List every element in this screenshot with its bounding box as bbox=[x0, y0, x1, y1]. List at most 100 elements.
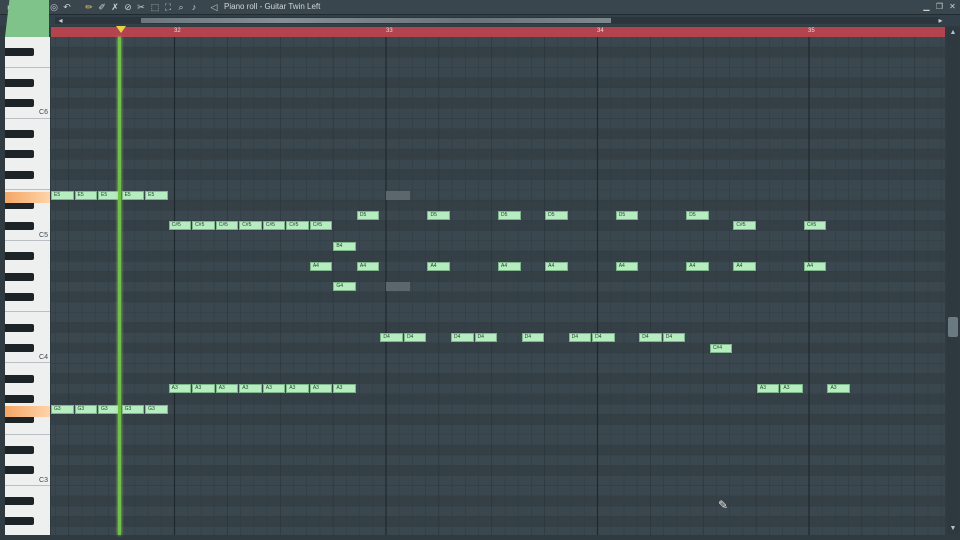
note-block[interactable]: D4 bbox=[639, 333, 662, 343]
note-block[interactable]: E5 bbox=[51, 190, 74, 200]
note-block[interactable]: D5 bbox=[356, 210, 380, 220]
corner-grip[interactable] bbox=[5, 0, 49, 37]
playhead-marker[interactable] bbox=[116, 26, 126, 33]
delete-icon[interactable]: ✗ bbox=[110, 2, 120, 12]
note-block[interactable]: D4 bbox=[592, 333, 615, 343]
note-block[interactable]: A4 bbox=[615, 261, 639, 271]
black-key[interactable] bbox=[5, 374, 34, 383]
target-icon[interactable]: ◎ bbox=[49, 2, 59, 12]
black-key[interactable] bbox=[5, 497, 34, 505]
note-block[interactable]: E5 bbox=[145, 190, 168, 200]
note-block[interactable]: C#5 bbox=[215, 221, 239, 231]
note-block[interactable]: D5 bbox=[686, 210, 709, 220]
scroll-left-icon[interactable]: ◂ bbox=[56, 16, 65, 25]
note-block[interactable]: A4 bbox=[309, 261, 333, 271]
speaker-icon[interactable]: ♪ bbox=[189, 2, 199, 12]
note-block[interactable]: C#5 bbox=[239, 221, 262, 231]
note-block[interactable]: A3 bbox=[286, 384, 309, 394]
note-block[interactable]: C#5 bbox=[733, 221, 756, 231]
close-icon[interactable]: ✕ bbox=[948, 2, 957, 11]
note-block[interactable]: C#4 bbox=[709, 343, 733, 353]
overview-strip[interactable]: ◂ ▸ bbox=[0, 15, 960, 26]
note-block[interactable]: G3 bbox=[121, 404, 145, 414]
black-key[interactable] bbox=[5, 446, 34, 454]
speaker-volume-icon[interactable]: ◁ bbox=[209, 2, 219, 12]
note-block[interactable]: C#5 bbox=[168, 221, 192, 231]
paint-icon[interactable]: ✐ bbox=[97, 2, 107, 12]
note-block[interactable]: D5 bbox=[615, 210, 639, 220]
overview-thumb[interactable] bbox=[141, 18, 611, 23]
note-block[interactable]: A3 bbox=[239, 384, 262, 394]
note-block[interactable]: A4 bbox=[427, 261, 450, 271]
note-block[interactable]: C#5 bbox=[192, 221, 215, 231]
note-block[interactable]: C#5 bbox=[803, 221, 827, 231]
note-block[interactable]: A3 bbox=[192, 384, 215, 394]
piano-keyboard[interactable]: C6 C5 C4 C3 bbox=[5, 37, 50, 535]
white-key[interactable] bbox=[5, 180, 50, 190]
scroll-up-icon[interactable]: ▲ bbox=[949, 29, 957, 37]
note-block[interactable]: G3 bbox=[145, 404, 168, 414]
black-key[interactable] bbox=[5, 150, 34, 159]
minimize-icon[interactable]: ▁ bbox=[922, 2, 931, 11]
note-block[interactable]: A4 bbox=[498, 261, 521, 271]
scroll-thumb[interactable] bbox=[948, 317, 958, 337]
black-key[interactable] bbox=[5, 344, 34, 352]
undo-icon[interactable]: ↶ bbox=[62, 2, 72, 12]
note-block[interactable]: E5 bbox=[74, 190, 98, 200]
scroll-down-icon[interactable]: ▼ bbox=[949, 525, 957, 533]
note-block[interactable]: D4 bbox=[403, 333, 427, 343]
restore-icon[interactable]: ❐ bbox=[935, 2, 944, 11]
note-block[interactable]: G4 bbox=[333, 282, 356, 292]
select-all-icon[interactable]: ⛶ bbox=[163, 2, 173, 12]
note-block[interactable]: D4 bbox=[568, 333, 592, 343]
black-key[interactable] bbox=[5, 395, 34, 403]
note-block[interactable]: D4 bbox=[380, 333, 403, 343]
select-icon[interactable]: ⬚ bbox=[150, 2, 160, 12]
note-block[interactable]: A3 bbox=[780, 384, 803, 394]
note-block[interactable]: D4 bbox=[662, 333, 686, 343]
black-key[interactable] bbox=[5, 323, 34, 332]
black-key[interactable] bbox=[5, 517, 34, 526]
note-block[interactable]: A3 bbox=[827, 384, 850, 394]
white-key[interactable] bbox=[5, 302, 50, 313]
note-block[interactable]: A4 bbox=[686, 261, 709, 271]
note-block[interactable]: D5 bbox=[545, 210, 568, 220]
white-key[interactable] bbox=[5, 57, 50, 68]
note-block[interactable]: A4 bbox=[803, 261, 827, 271]
black-key[interactable] bbox=[5, 293, 34, 301]
timeline-ruler[interactable]: 32 33 34 35 bbox=[51, 27, 945, 37]
note-block[interactable]: C#5 bbox=[262, 221, 286, 231]
note-block[interactable]: D5 bbox=[498, 210, 521, 220]
vertical-scrollbar[interactable]: ▲ ▼ bbox=[947, 27, 959, 535]
note-block[interactable]: B4 bbox=[333, 241, 356, 251]
note-block[interactable]: A3 bbox=[333, 384, 356, 394]
note-block[interactable]: A3 bbox=[168, 384, 192, 394]
note-block[interactable]: A4 bbox=[733, 261, 756, 271]
black-key[interactable] bbox=[5, 252, 34, 261]
note-block[interactable]: A3 bbox=[262, 384, 286, 394]
pencil-icon[interactable]: ✏ bbox=[84, 2, 94, 12]
note-block[interactable]: A4 bbox=[356, 261, 380, 271]
black-key[interactable] bbox=[5, 170, 34, 179]
note-block[interactable]: D5 bbox=[427, 210, 450, 220]
note-block[interactable]: D4 bbox=[521, 333, 545, 343]
scroll-right-icon[interactable]: ▸ bbox=[936, 16, 945, 25]
slice-icon[interactable]: ✂ bbox=[136, 2, 146, 12]
note-block[interactable]: C#5 bbox=[309, 221, 333, 231]
black-key[interactable] bbox=[5, 272, 34, 281]
note-block[interactable]: A4 bbox=[545, 261, 568, 271]
black-key[interactable] bbox=[5, 78, 34, 87]
note-block[interactable]: E5 bbox=[121, 190, 145, 200]
note-block[interactable]: D4 bbox=[474, 333, 498, 343]
zoom-icon[interactable]: ⌕ bbox=[176, 2, 186, 12]
note-grid[interactable]: E5 E5 E5 E5 E5 G3 G3 G3 G3 G3 C#5 C#5 C#5 C#5 C#5 C#5 C#… bbox=[51, 37, 945, 535]
note-block[interactable]: A3 bbox=[756, 384, 780, 394]
note-block[interactable]: A3 bbox=[215, 384, 239, 394]
note-block[interactable]: G3 bbox=[51, 404, 74, 414]
mute-icon[interactable]: ⊘ bbox=[123, 2, 133, 12]
black-key[interactable] bbox=[5, 99, 34, 108]
black-key[interactable] bbox=[5, 221, 34, 230]
note-block[interactable]: D4 bbox=[450, 333, 474, 343]
note-block[interactable]: A3 bbox=[309, 384, 333, 394]
black-key[interactable] bbox=[5, 48, 34, 57]
